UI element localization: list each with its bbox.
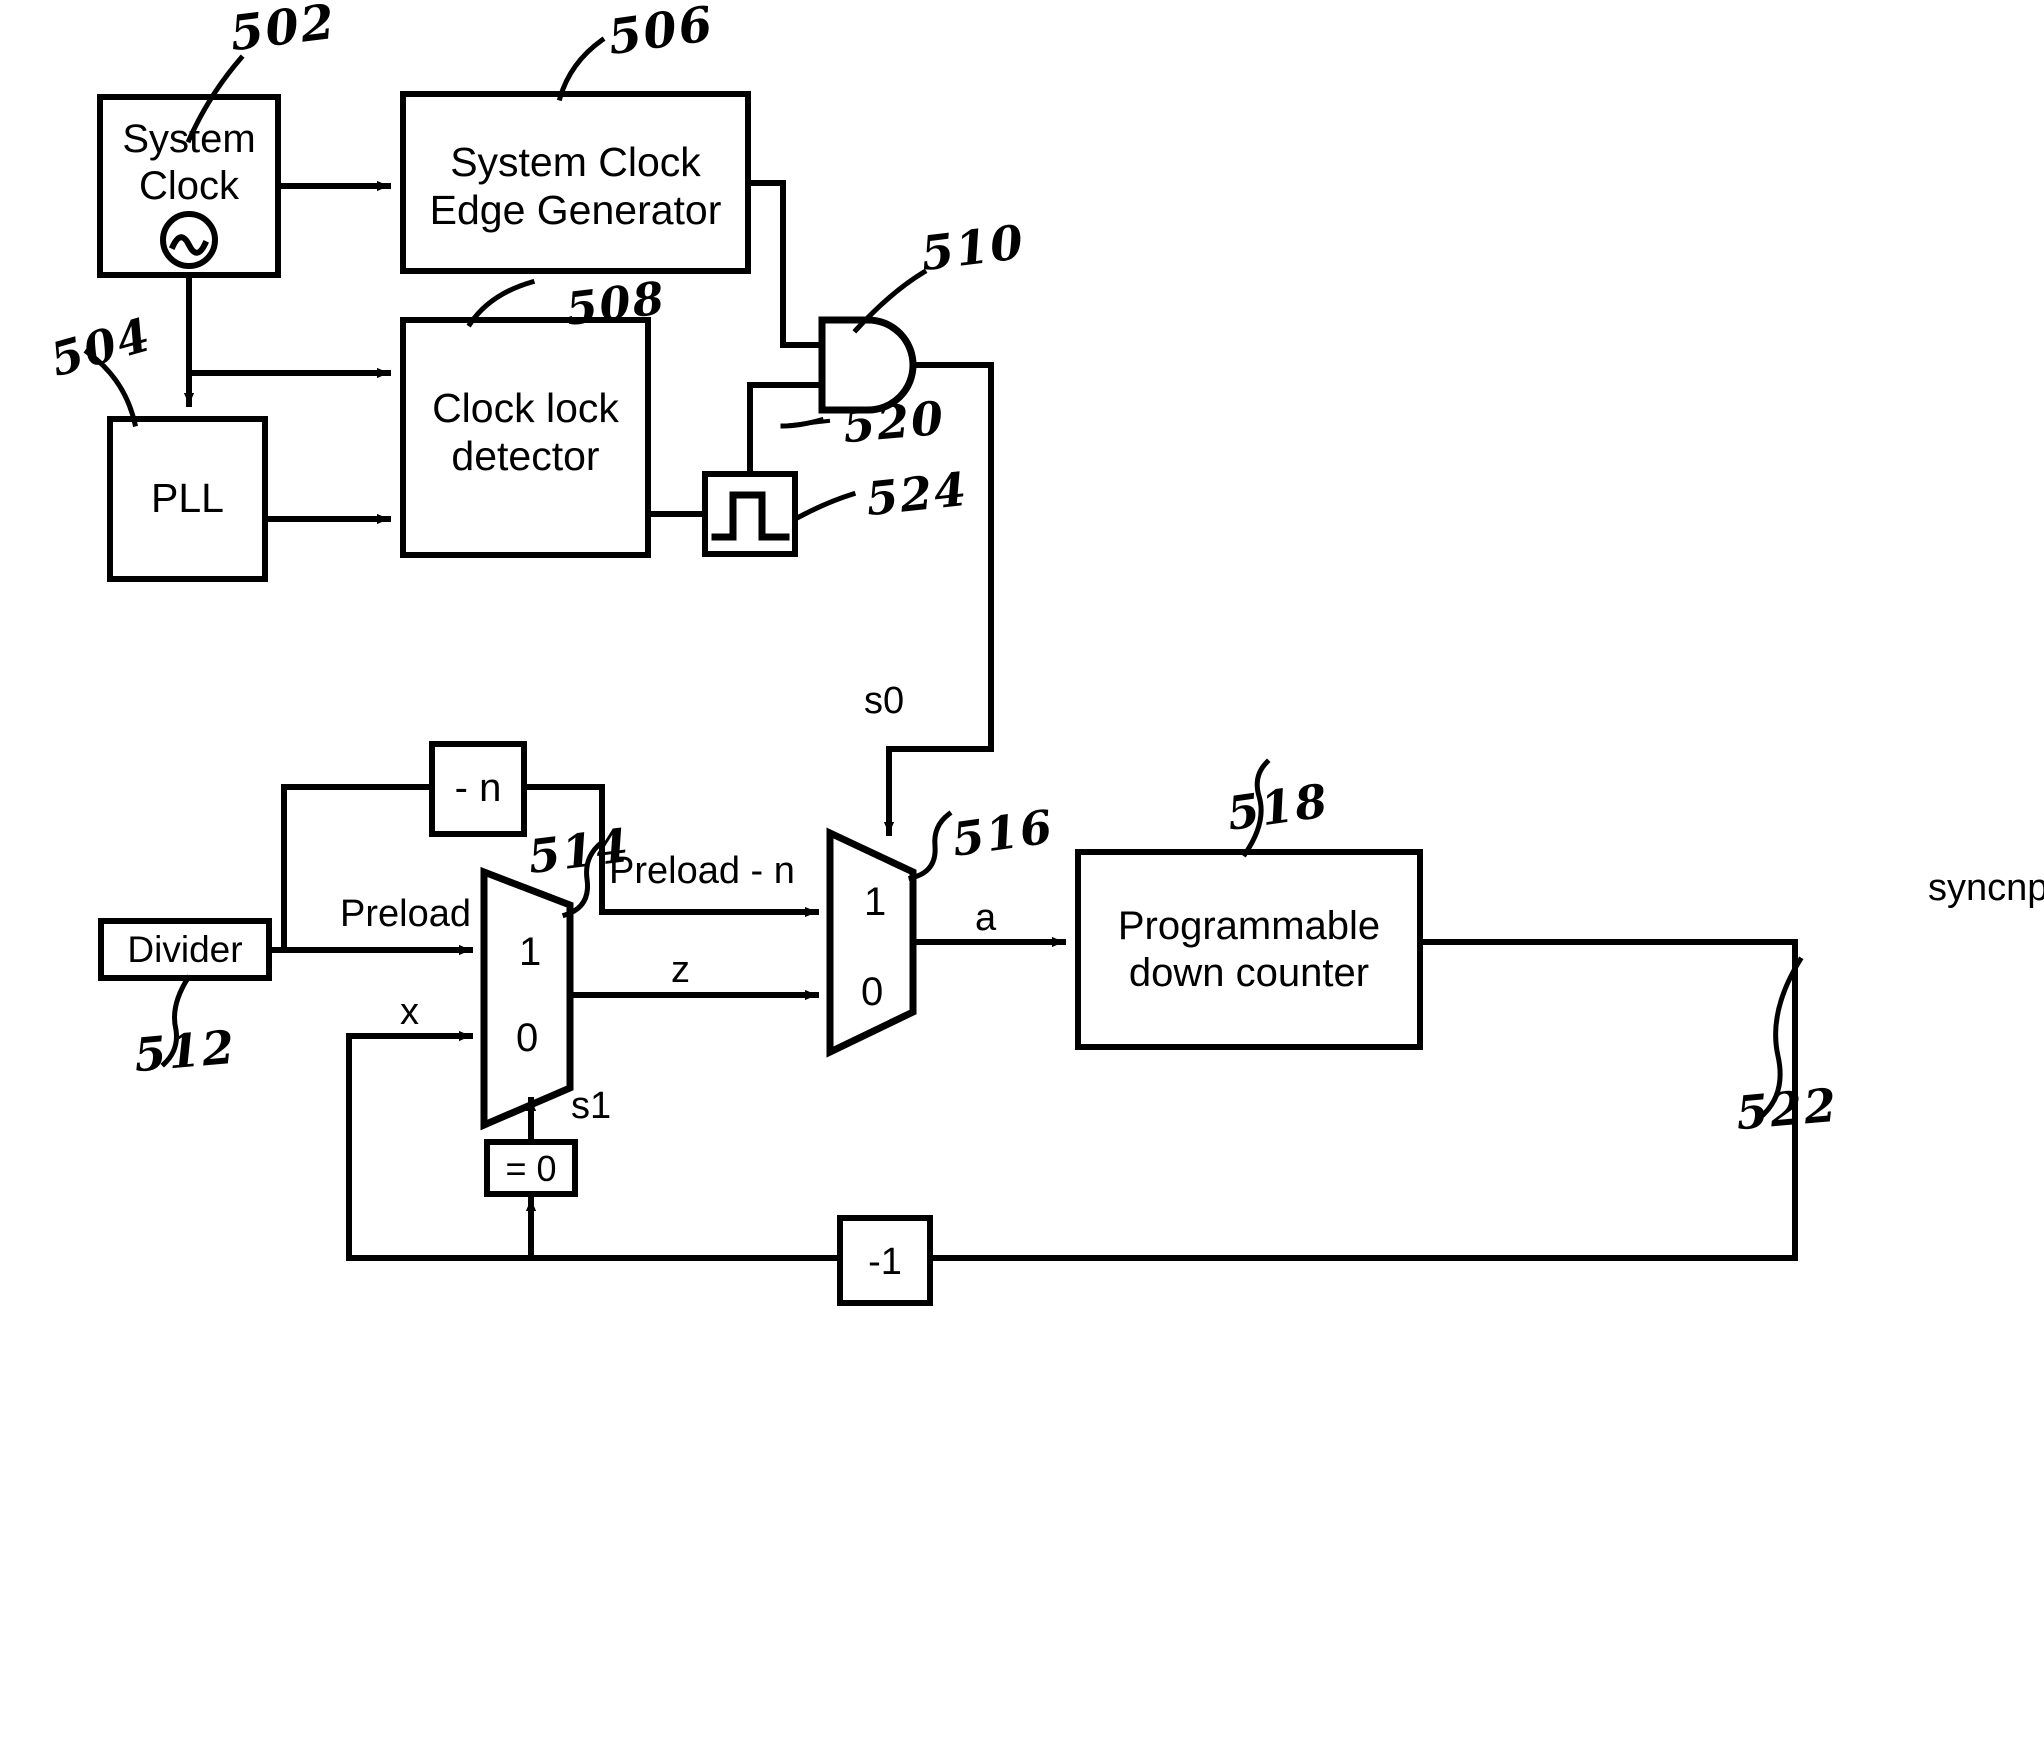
wire-minusone-left-rail bbox=[346, 1033, 843, 1261]
pll-box bbox=[107, 416, 268, 582]
minus-n-box bbox=[429, 741, 527, 837]
wire-minusn-to-mux516 bbox=[521, 784, 819, 918]
mux-514-body bbox=[480, 866, 574, 1131]
wire-and-to-mux516-select bbox=[883, 362, 994, 836]
and-gate-body bbox=[818, 316, 917, 414]
leader-524 bbox=[793, 490, 857, 522]
leader-512 bbox=[160, 974, 192, 1068]
lock-detector-box bbox=[400, 317, 651, 558]
pulse-symbol-box bbox=[702, 471, 798, 557]
edge-generator-box bbox=[400, 91, 751, 274]
leader-520b bbox=[780, 416, 825, 429]
mux-516-body bbox=[826, 827, 917, 1058]
diagram-vector-layer bbox=[83, 36, 1804, 1306]
wire-edgegen-to-and bbox=[745, 180, 825, 348]
minus-one-box bbox=[837, 1215, 933, 1306]
eq-zero-box bbox=[484, 1139, 578, 1197]
wire-pulse-to-and bbox=[747, 382, 825, 477]
divider-box bbox=[98, 918, 272, 981]
wire-counter-out-syncnp bbox=[1417, 939, 1798, 1261]
leader-516 bbox=[908, 810, 953, 881]
leader-518 bbox=[1241, 758, 1271, 858]
leader-504 bbox=[83, 348, 138, 427]
leader-510 bbox=[852, 268, 928, 334]
down-counter-box bbox=[1075, 849, 1423, 1050]
wire-preload-to-minusn bbox=[281, 784, 435, 953]
leader-506 bbox=[556, 36, 606, 102]
patent-figure-canvas: System Clock System Clock Edge Generator… bbox=[0, 0, 2044, 1747]
